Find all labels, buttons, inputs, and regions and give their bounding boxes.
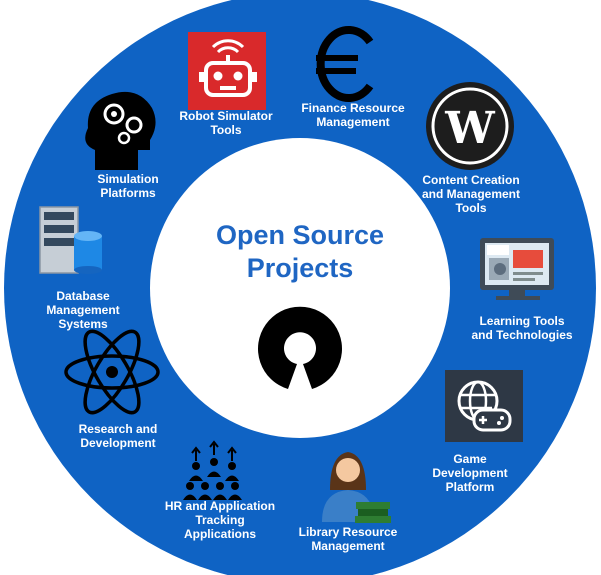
item-label-line: Systems bbox=[58, 317, 108, 331]
item-label-line: and Technologies bbox=[471, 328, 572, 342]
item-label-line: Finance Resource bbox=[301, 101, 405, 115]
item-label-brain-gears: Simulation Platforms bbox=[97, 172, 158, 200]
item-label-line: Database bbox=[56, 289, 110, 303]
item-label-line: Simulation bbox=[97, 172, 158, 186]
item-label-line: Content Creation bbox=[422, 173, 519, 187]
item-label-line: Research and bbox=[79, 422, 158, 436]
svg-text:W: W bbox=[444, 103, 495, 154]
title-line-1: Open Source bbox=[216, 220, 384, 250]
open-source-diagram: Open Source Projects W Robot Simulator T… bbox=[4, 0, 596, 575]
item-label-line: Library Resource bbox=[299, 525, 398, 539]
robot-icon bbox=[188, 32, 266, 110]
item-label-line: Management bbox=[311, 539, 384, 553]
item-label-atom: Research and Development bbox=[79, 422, 158, 450]
item-label-line: Development bbox=[80, 436, 155, 450]
item-label-line: Platform bbox=[446, 480, 495, 494]
center-disc bbox=[150, 138, 450, 438]
item-label-line: Learning Tools bbox=[479, 314, 564, 328]
item-label-line: Tracking bbox=[195, 513, 244, 527]
game-controller-globe-icon bbox=[445, 370, 523, 442]
item-label-librarian-books: Library Resource Management bbox=[299, 525, 398, 553]
item-label-line: and Management bbox=[422, 187, 520, 201]
item-label-line: Tools bbox=[455, 201, 486, 215]
item-label-line: Management bbox=[316, 115, 389, 129]
wordpress-icon: W bbox=[426, 82, 514, 170]
item-label-line: Robot Simulator bbox=[179, 109, 273, 123]
item-label-line: HR and Application bbox=[165, 499, 275, 513]
item-label-line: Management bbox=[46, 303, 119, 317]
item-label-line: Development bbox=[432, 466, 507, 480]
item-label-line: Game bbox=[453, 452, 487, 466]
title-line-2: Projects bbox=[247, 253, 354, 283]
item-label-line: Platforms bbox=[100, 186, 156, 200]
item-label-euro: Finance Resource Management bbox=[301, 101, 405, 129]
item-label-line: Tools bbox=[210, 123, 241, 137]
item-label-monitor-html: Learning Tools and Technologies bbox=[471, 314, 572, 342]
item-label-line: Applications bbox=[184, 527, 256, 541]
